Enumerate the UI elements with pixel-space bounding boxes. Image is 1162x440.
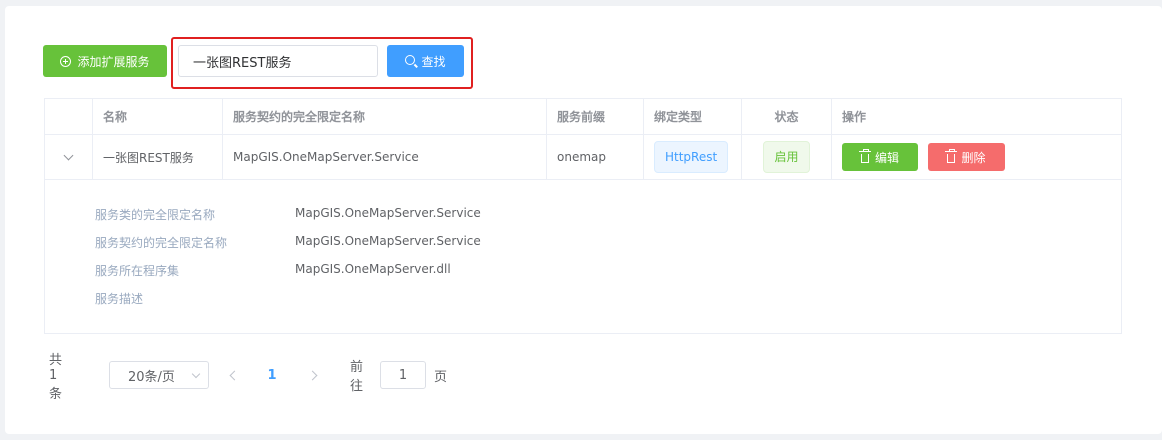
- search-button-label: 查找: [421, 54, 446, 69]
- page-number-current[interactable]: 1: [262, 361, 282, 389]
- table-header: 名称 服务契约的完全限定名称 服务前缀 绑定类型 状态 操作: [45, 99, 1121, 135]
- content-card: 添加扩展服务 查找 名称 服务契约的完全限定名称 服务前缀 绑定类型 状态 操作…: [5, 6, 1162, 434]
- status-badge: 启用: [763, 141, 810, 173]
- service-name: 一张图REST服务: [93, 135, 223, 179]
- detail-label-description: 服务描述: [95, 292, 144, 306]
- delete-button-label: 删除: [961, 150, 986, 165]
- delete-button[interactable]: 删除: [928, 143, 1005, 171]
- column-header-status: 状态: [742, 99, 832, 134]
- goto-prefix: 前往: [350, 360, 364, 394]
- service-contract: MapGIS.OneMapServer.Service: [223, 135, 547, 179]
- column-header-name: 名称: [93, 99, 223, 134]
- detail-label-assembly: 服务所在程序集: [95, 264, 180, 278]
- trash-icon: [945, 148, 958, 163]
- binding-type-tag: HttpRest: [654, 141, 729, 173]
- chevron-down-icon: [63, 150, 74, 161]
- edit-button[interactable]: 编辑: [842, 143, 918, 171]
- binding-cell: HttpRest: [644, 135, 742, 179]
- page-size-value: 20条/页: [128, 369, 175, 385]
- detail-label-class: 服务类的完全限定名称: [95, 208, 216, 222]
- expand-column-header: [45, 99, 93, 134]
- plus-circle-icon: [60, 55, 72, 67]
- search-icon: [405, 55, 416, 65]
- chevron-down-icon: [191, 369, 201, 379]
- column-header-prefix: 服务前缀: [547, 99, 644, 134]
- goto-suffix: 页: [434, 369, 448, 385]
- chevron-right-icon: [307, 370, 317, 380]
- detail-label-contract: 服务契约的完全限定名称: [95, 236, 228, 250]
- table-row: 一张图REST服务 MapGIS.OneMapServer.Service on…: [45, 135, 1121, 180]
- total-count: 共 1 条: [49, 352, 63, 402]
- status-cell: 启用: [742, 135, 832, 179]
- detail-value-contract: MapGIS.OneMapServer.Service: [295, 234, 481, 248]
- page-size-select[interactable]: 20条/页: [109, 361, 209, 389]
- search-input[interactable]: [178, 45, 378, 77]
- column-header-binding: 绑定类型: [644, 99, 742, 134]
- services-table: 名称 服务契约的完全限定名称 服务前缀 绑定类型 状态 操作 一张图REST服务…: [44, 98, 1122, 334]
- detail-value-class: MapGIS.OneMapServer.Service: [295, 206, 481, 220]
- trash-icon: [858, 148, 871, 163]
- prev-page-button[interactable]: [224, 361, 244, 389]
- chevron-left-icon: [229, 370, 239, 380]
- search-button[interactable]: 查找: [387, 45, 464, 77]
- next-page-button[interactable]: [302, 361, 322, 389]
- goto-page-input[interactable]: 1: [380, 361, 426, 389]
- service-prefix: onemap: [547, 135, 644, 179]
- actions-cell: 编辑 删除: [832, 135, 1121, 179]
- edit-button-label: 编辑: [874, 150, 899, 165]
- detail-value-assembly: MapGIS.OneMapServer.dll: [295, 262, 451, 276]
- expanded-row-details: 服务类的完全限定名称 MapGIS.OneMapServer.Service 服…: [45, 180, 1121, 333]
- expand-toggle[interactable]: [45, 135, 93, 179]
- column-header-contract: 服务契约的完全限定名称: [223, 99, 547, 134]
- column-header-actions: 操作: [842, 110, 867, 124]
- add-extension-service-label: 添加扩展服务: [77, 54, 150, 69]
- add-extension-service-button[interactable]: 添加扩展服务: [43, 45, 167, 77]
